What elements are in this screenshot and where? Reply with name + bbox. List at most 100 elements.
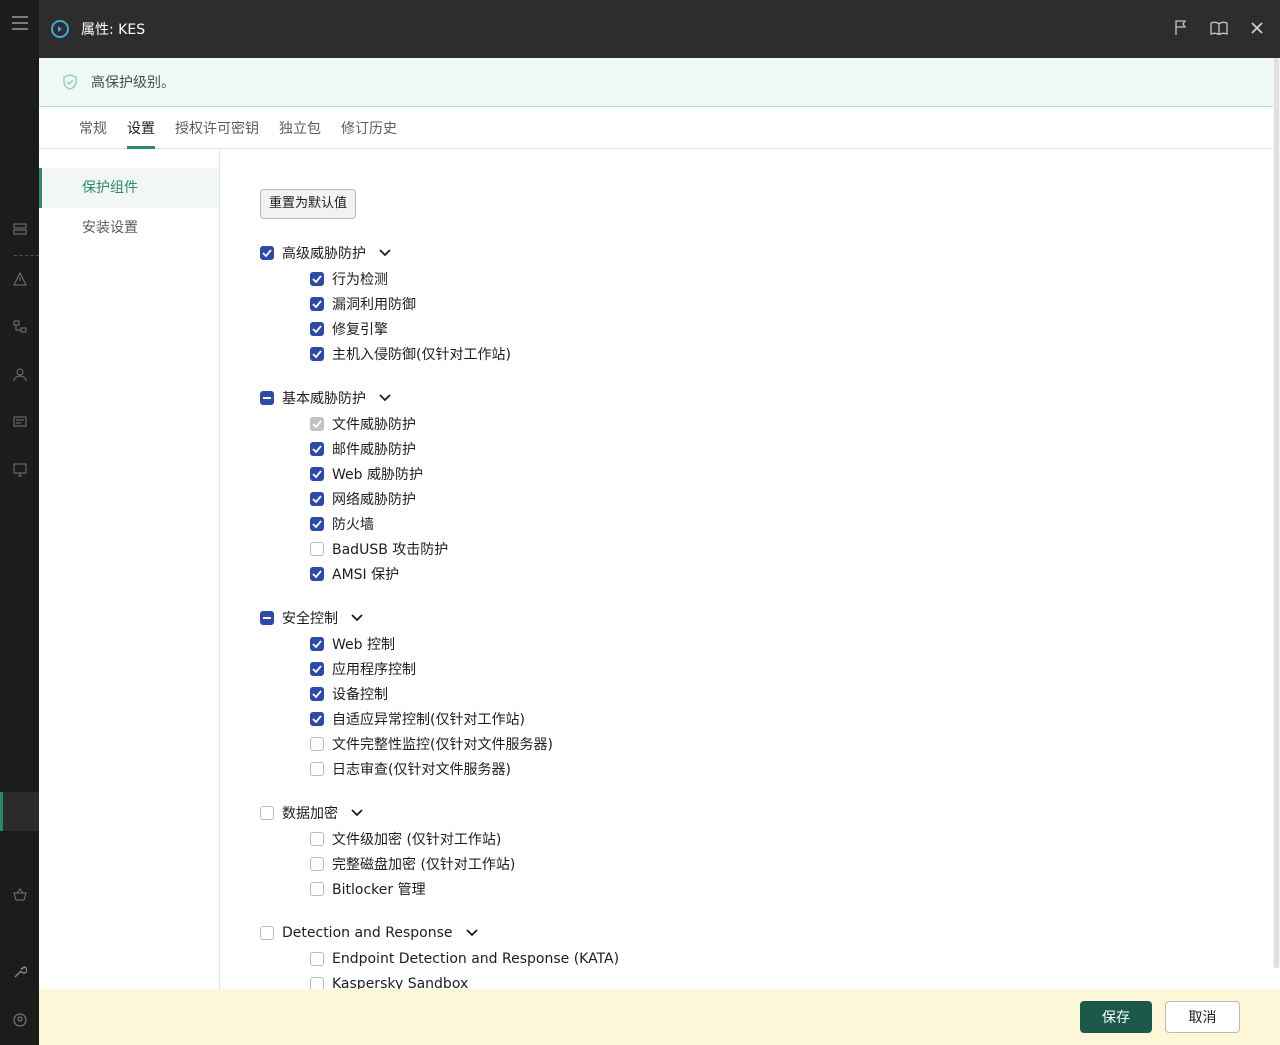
component-item[interactable]: 修复引擎 [260, 316, 511, 341]
chevron-down-icon[interactable] [350, 806, 364, 820]
tab-revision-history[interactable]: 修订历史 [341, 107, 397, 149]
component-label: 日志审查(仅针对文件服务器) [332, 761, 511, 778]
component-checkbox[interactable] [310, 711, 324, 726]
group-checkbox[interactable] [260, 805, 274, 820]
account-icon[interactable] [12, 1013, 28, 1029]
sidebar-item-protection-components[interactable]: 保护组件 [39, 168, 219, 208]
component-item[interactable]: Endpoint Detection and Response (KATA) [260, 946, 619, 971]
group-checkbox[interactable] [260, 610, 274, 625]
tab-general[interactable]: 常规 [79, 107, 107, 149]
component-item[interactable]: 邮件威胁防护 [260, 436, 448, 461]
component-label: Web 威胁防护 [332, 466, 423, 483]
component-checkbox[interactable] [310, 296, 324, 311]
basket-icon[interactable] [12, 888, 28, 904]
component-checkbox[interactable] [310, 566, 324, 581]
server-icon[interactable] [12, 222, 28, 238]
component-label: 文件完整性监控(仅针对文件服务器) [332, 736, 553, 753]
chevron-down-icon[interactable] [350, 611, 364, 625]
component-item[interactable]: Web 控制 [260, 631, 553, 656]
component-checkbox[interactable] [310, 636, 324, 651]
component-label: BadUSB 攻击防护 [332, 541, 449, 558]
user-icon[interactable] [12, 368, 28, 384]
component-item[interactable]: 主机入侵防御(仅针对工作站) [260, 341, 511, 366]
dialog-footer: 保存 取消 [39, 989, 1280, 1045]
group-header[interactable]: Detection and Response [260, 919, 619, 946]
scrollbar-thumb[interactable] [1274, 58, 1279, 968]
component-checkbox[interactable] [310, 881, 324, 896]
component-label: 设备控制 [332, 686, 388, 703]
rail-active-item[interactable] [0, 792, 39, 831]
component-label: Web 控制 [332, 636, 395, 653]
component-checkbox[interactable] [310, 976, 324, 989]
component-checkbox[interactable] [310, 951, 324, 966]
component-label: Bitlocker 管理 [332, 881, 426, 898]
reset-to-default-button[interactable]: 重置为默认值 [260, 189, 357, 219]
component-item[interactable]: 设备控制 [260, 681, 553, 706]
component-label: 主机入侵防御(仅针对工作站) [332, 346, 511, 363]
shield-check-icon [63, 74, 77, 90]
component-item[interactable]: 应用程序控制 [260, 656, 553, 681]
group-checkbox[interactable] [260, 390, 274, 405]
component-item[interactable]: AMSI 保护 [260, 561, 448, 586]
component-item[interactable]: 防火墙 [260, 511, 448, 536]
component-checkbox[interactable] [310, 831, 324, 846]
chevron-down-icon[interactable] [378, 246, 392, 260]
group-header[interactable]: 安全控制 [260, 604, 553, 631]
group-header[interactable]: 高级威胁防护 [260, 239, 511, 266]
chevron-down-icon[interactable] [465, 926, 479, 940]
chevron-down-icon[interactable] [378, 391, 392, 405]
flag-icon[interactable] [1172, 19, 1190, 37]
component-checkbox[interactable] [310, 761, 324, 776]
close-icon[interactable] [1248, 19, 1266, 37]
component-item[interactable]: Bitlocker 管理 [260, 876, 515, 901]
policy-icon[interactable] [12, 415, 28, 431]
component-item[interactable]: 自适应异常控制(仅针对工作站) [260, 706, 553, 731]
app-icon [51, 20, 69, 38]
warning-icon[interactable] [12, 271, 28, 288]
group-header[interactable]: 数据加密 [260, 799, 515, 826]
tab-settings[interactable]: 设置 [127, 107, 155, 149]
component-item[interactable]: BadUSB 攻击防护 [260, 536, 448, 561]
component-checkbox[interactable] [310, 321, 324, 336]
book-icon[interactable] [1210, 19, 1228, 37]
tab-license-keys[interactable]: 授权许可密钥 [175, 107, 259, 149]
component-checkbox[interactable] [310, 856, 324, 871]
save-button[interactable]: 保存 [1080, 1001, 1152, 1033]
scrollbar[interactable] [1273, 58, 1280, 968]
properties-dialog: 属性: KES 高保护级别。 常规 设置 授权许可密钥 独立包 修订历史 保护组… [39, 0, 1280, 1045]
component-item[interactable]: 完整磁盘加密 (仅针对工作站) [260, 851, 515, 876]
component-item[interactable]: 日志审查(仅针对文件服务器) [260, 756, 553, 781]
monitor-icon[interactable] [12, 463, 28, 479]
component-checkbox[interactable] [310, 491, 324, 506]
component-checkbox[interactable] [310, 466, 324, 481]
wrench-icon[interactable] [12, 965, 28, 981]
component-label: 自适应异常控制(仅针对工作站) [332, 711, 525, 728]
component-item[interactable]: 行为检测 [260, 266, 511, 291]
cancel-button[interactable]: 取消 [1165, 1001, 1240, 1033]
component-item[interactable]: 网络威胁防护 [260, 486, 448, 511]
group-checkbox[interactable] [260, 245, 274, 260]
component-label: 邮件威胁防护 [332, 441, 416, 458]
component-label: 应用程序控制 [332, 661, 416, 678]
component-item[interactable]: 文件级加密 (仅针对工作站) [260, 826, 515, 851]
component-checkbox[interactable] [310, 441, 324, 456]
component-item[interactable]: Kaspersky Sandbox [260, 971, 619, 989]
tab-standalone-packages[interactable]: 独立包 [279, 107, 321, 149]
menu-icon[interactable] [12, 16, 28, 32]
hierarchy-icon[interactable] [12, 320, 28, 336]
component-checkbox[interactable] [310, 516, 324, 531]
component-checkbox[interactable] [310, 541, 324, 556]
component-checkbox[interactable] [310, 686, 324, 701]
component-checkbox[interactable] [310, 271, 324, 286]
component-checkbox[interactable] [310, 346, 324, 361]
component-item[interactable]: 漏洞利用防御 [260, 291, 511, 316]
group-header[interactable]: 基本威胁防护 [260, 384, 448, 411]
component-checkbox[interactable] [310, 661, 324, 676]
group-checkbox[interactable] [260, 925, 274, 940]
component-checkbox[interactable] [310, 736, 324, 751]
components-panel: 重置为默认值 高级威胁防护 行为检测 漏洞利用防御 修复引擎主机入侵防御(仅针对工作站… [221, 149, 1273, 989]
component-item[interactable]: Web 威胁防护 [260, 461, 448, 486]
component-item[interactable]: 文件完整性监控(仅针对文件服务器) [260, 731, 553, 756]
component-item[interactable]: 文件威胁防护 [260, 411, 448, 436]
sidebar-item-installation-settings[interactable]: 安装设置 [39, 208, 219, 248]
